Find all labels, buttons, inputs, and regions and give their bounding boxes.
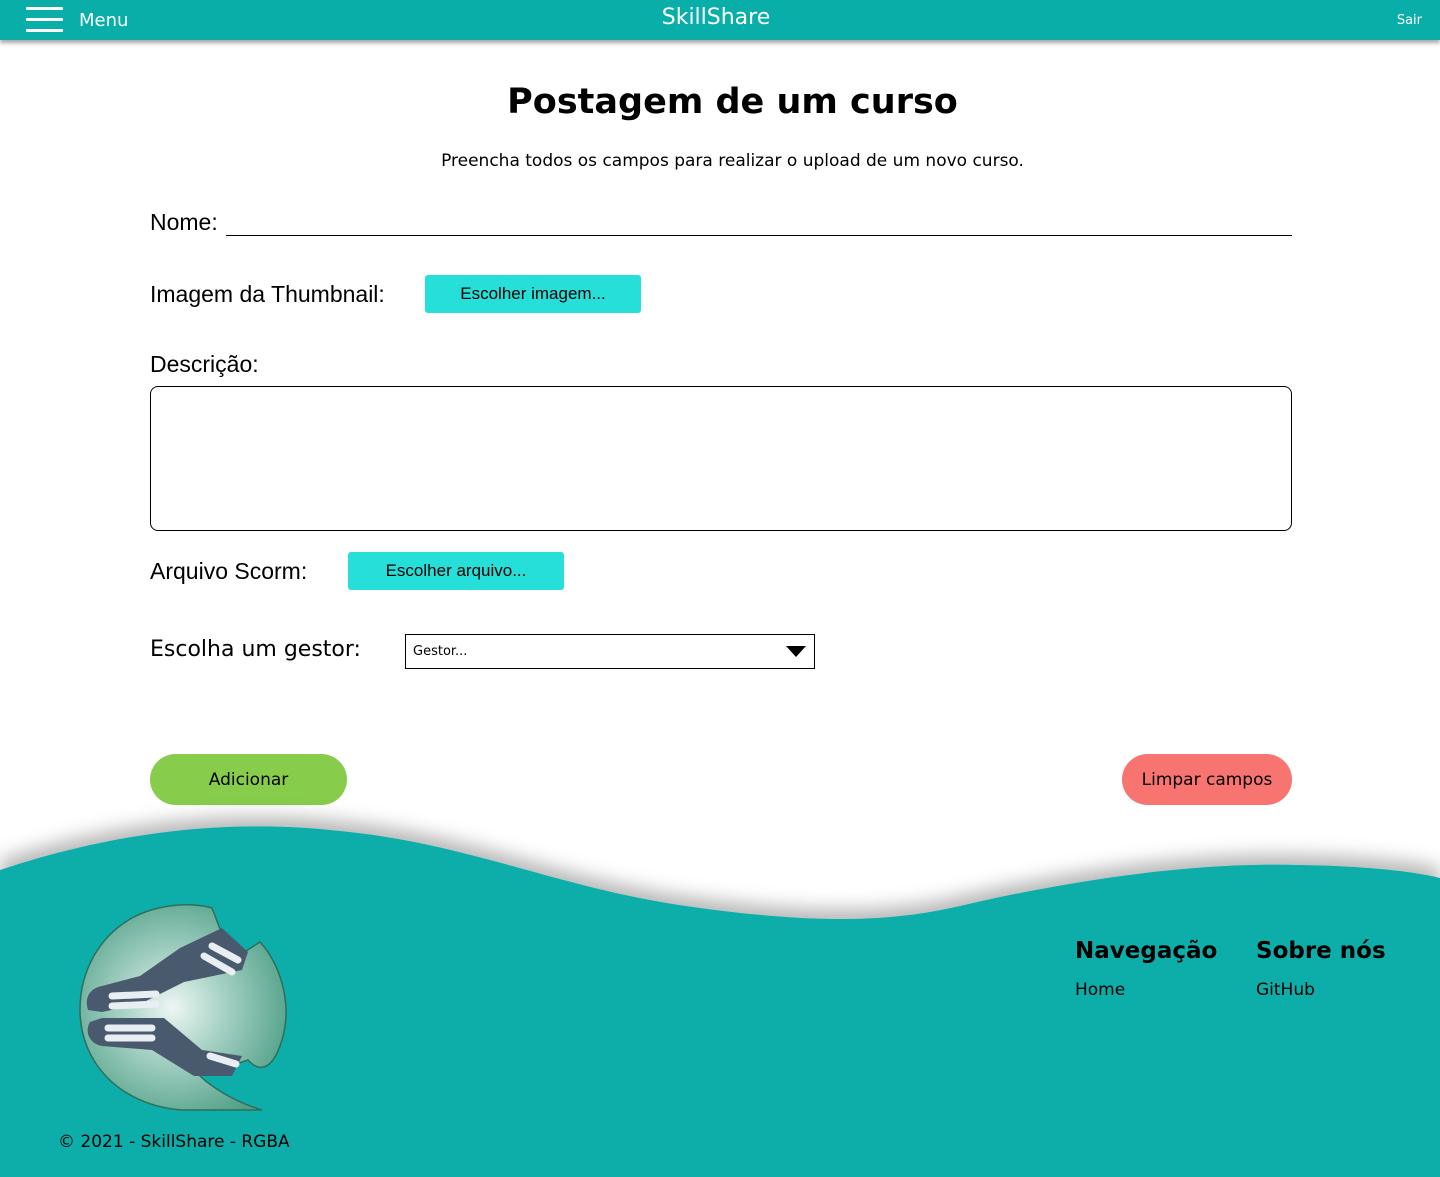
manager-select[interactable]: Gestor... — [405, 634, 815, 669]
description-label: Descrição: — [150, 351, 259, 377]
caret-down-icon — [786, 646, 806, 657]
manager-label: Escolha um gestor: — [150, 637, 361, 662]
scorm-label: Arquivo Scorm: — [150, 558, 308, 584]
manager-select-value: Gestor... — [413, 644, 468, 659]
footer-github-link[interactable]: GitHub — [1256, 980, 1315, 1000]
footer-home-link[interactable]: Home — [1075, 980, 1125, 1000]
footer-navigation-heading: Navegação — [1075, 938, 1218, 964]
skillshare-logo — [79, 904, 287, 1111]
logout-link[interactable]: Sair — [1397, 13, 1422, 28]
name-input[interactable] — [226, 208, 1292, 236]
footer-about-heading: Sobre nós — [1256, 938, 1386, 964]
copyright-text: © 2021 - SkillShare - RGBA — [58, 1132, 290, 1152]
page-title: Postagem de um curso — [507, 82, 958, 122]
choose-file-button[interactable]: Escolher arquivo... — [348, 552, 564, 590]
name-label: Nome: — [150, 209, 218, 235]
top-bar: Menu SkillShare Sair — [0, 0, 1440, 40]
thumbnail-label: Imagem da Thumbnail: — [150, 281, 385, 307]
brand-title: SkillShare — [661, 5, 771, 30]
choose-image-button[interactable]: Escolher imagem... — [425, 275, 641, 313]
page-subtitle: Preencha todos os campos para realizar o… — [441, 151, 1024, 171]
description-textarea[interactable] — [150, 386, 1292, 531]
